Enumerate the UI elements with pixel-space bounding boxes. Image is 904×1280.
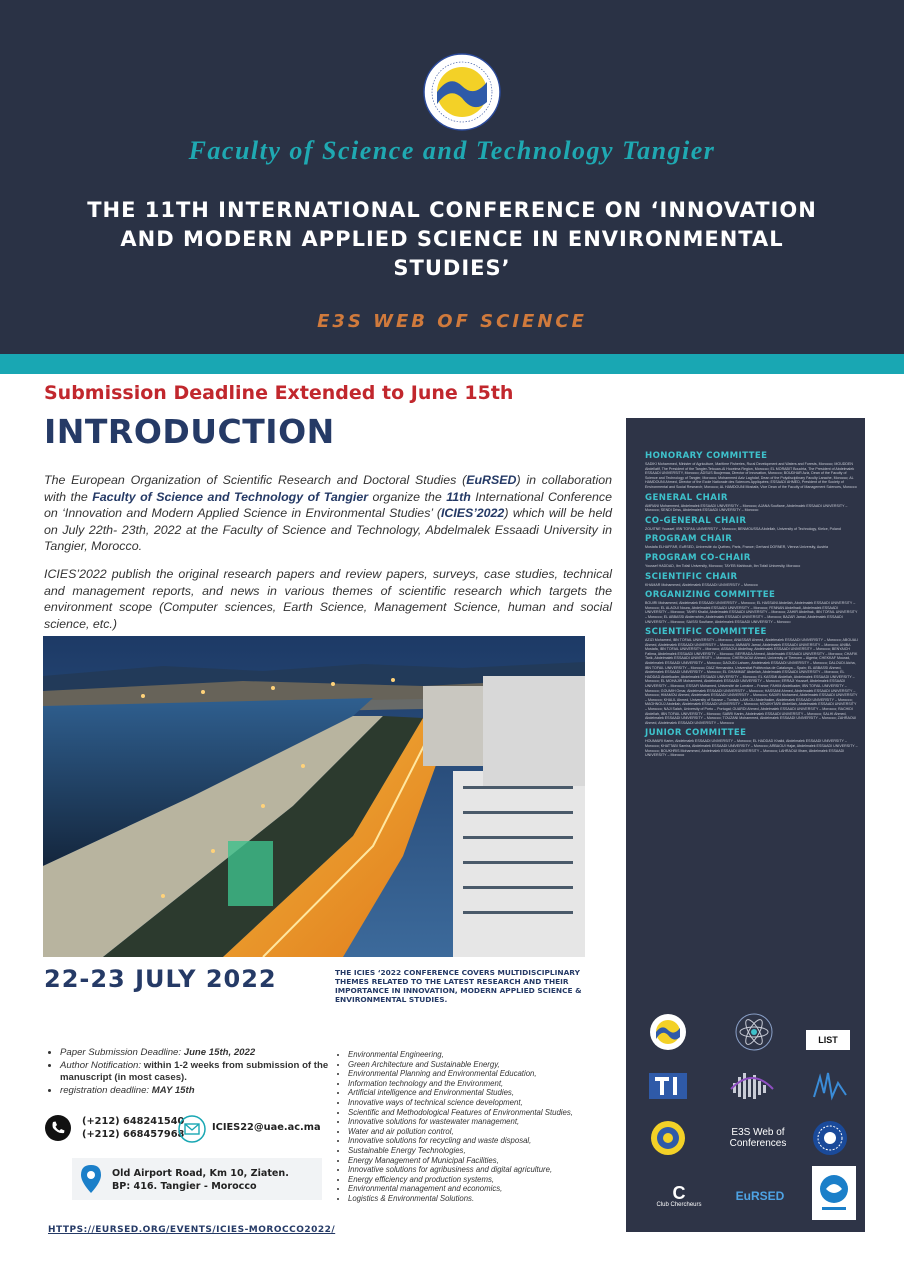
theme-item: Innovative solutions for agribusiness an… [348, 1165, 624, 1175]
committee-title: CO-GENERAL CHAIR [645, 515, 747, 526]
introduction-heading: INTRODUCTION [44, 412, 335, 451]
theme-item: Environmental management and economics, [348, 1184, 624, 1194]
academic-crest-logo [812, 1166, 856, 1220]
committee-title: JUNIOR COMMITTEE [645, 728, 747, 739]
theme-item: Logistics & Environmental Solutions. [348, 1194, 624, 1204]
club-logo-mark: C [672, 1183, 686, 1203]
committee-title: ORGANIZING COMMITTEE [645, 590, 776, 601]
seal-icon [813, 1121, 847, 1155]
phone-icon [45, 1115, 71, 1141]
phone-numbers: (+212) 648241540 (+212) 668457968 [82, 1116, 184, 1141]
theme-item: Energy efficiency and production systems… [348, 1175, 624, 1185]
committee-members: AZIZI Mohamed, IBN TOFAIL UNIVERSITY – M… [645, 638, 859, 725]
university-seal-logo [806, 1118, 854, 1158]
club-logo-text: Club Chercheurs [656, 1202, 702, 1208]
committee-title: SCIENTIFIC COMMITTEE [645, 627, 767, 638]
committee-members: SADIKI Mohammed, Minister of Agriculture… [645, 462, 857, 489]
atom-icon [735, 1013, 773, 1051]
e3s-subtitle: E3S WEB OF SCIENCE [317, 311, 587, 332]
phone-2[interactable]: (+212) 668457968 [82, 1129, 184, 1142]
ensa-logo [644, 1118, 692, 1158]
committee-members: Youssef HADDAD, Ibn Tofail University, M… [645, 563, 801, 568]
wave-icon [730, 1073, 774, 1099]
postal-address: Old Airport Road, Km 10, Ziaten. BP: 416… [112, 1167, 289, 1193]
committee-members: AMRANI Mohammed, Abdelmalek ESSAADI UNIV… [645, 503, 848, 513]
intro-paragraph-1: The European Organization of Scientific … [44, 473, 613, 553]
themes-intro: THE ICIES ‘2022 CONFERENCE COVERS MULTID… [335, 968, 582, 1004]
committee-members: BOUIRI Mohammed, Abdelmalek ESSAADI UNIV… [645, 601, 858, 624]
mail-icon [178, 1115, 206, 1143]
faculty-name: Faculty of Science and Technology Tangie… [188, 136, 716, 165]
important-dates-list: Paper Submission Deadline: June 15th, 20… [46, 1047, 350, 1097]
theme-item: Environmental Engineering, [348, 1050, 624, 1060]
e3s-logo-line-2: Conferences [729, 1138, 787, 1149]
theme-item: Energy Management of Municipal Facilitie… [348, 1156, 624, 1166]
teal-divider [0, 354, 904, 374]
ti-logo [644, 1066, 692, 1106]
committee-title: GENERAL CHAIR [645, 492, 728, 503]
event-date: 22-23 JULY 2022 [44, 965, 277, 993]
eursed-atom-logo [730, 1012, 778, 1052]
shield-icon [651, 1121, 685, 1155]
signal-icon [813, 1072, 847, 1101]
tangier-night-photo [43, 636, 585, 957]
theme-item: Artificial intelligence and Environmenta… [348, 1088, 624, 1098]
signal-logo [806, 1066, 854, 1106]
address-line-1: Old Airport Road, Km 10, Ziaten. [112, 1168, 289, 1179]
theme-item: Sustainable Energy Technologies, [348, 1146, 624, 1156]
committee-members: Mostafa ELHAFFAR, EuRSED, Université du … [645, 545, 829, 550]
club-chercheurs-logo: C Club Chercheurs [644, 1176, 714, 1216]
email-link[interactable]: ICIES22@uae.ac.ma [212, 1122, 321, 1133]
date-item-registration: registration deadline: MAY 15th [60, 1085, 350, 1098]
committee-members: HOUMAIRI Karim, Abdelmalek ESSAADI UNIVE… [645, 739, 858, 758]
theme-item: Innovative solutions for recycling and w… [348, 1136, 624, 1146]
theme-item: Water and air pollution control, [348, 1127, 624, 1137]
themes-list: Environmental Engineering, Green Archite… [336, 1050, 624, 1204]
eursed-logo: EuRSED [735, 1189, 785, 1203]
theme-item: Environmental Planning and Environmental… [348, 1069, 624, 1079]
deadline-banner: Submission Deadline Extended to June 15t… [44, 382, 514, 404]
location-pin-icon [81, 1165, 101, 1193]
committee-members: ZOUITNE Youssef, IBN TOFAIL UNIVERSITY –… [645, 526, 841, 531]
e3s-logo-line-1: E3S Web of [731, 1127, 785, 1138]
phone-1[interactable]: (+212) 648241540 [82, 1116, 184, 1129]
theme-item: Green Architecture and Sustainable Energ… [348, 1060, 624, 1070]
date-item-submission: Paper Submission Deadline: June 15th, 20… [60, 1047, 350, 1060]
committee-title: SCIENTIFIC CHAIR [645, 571, 738, 582]
soundwave-logo [728, 1066, 776, 1106]
committee-list: HONORARY COMMITTEE SADIKI Mohammed, Mini… [645, 451, 859, 761]
intro-paragraph-2: ICIES’2022 publish the original research… [44, 567, 612, 631]
crest-icon [820, 1175, 848, 1210]
committee-title: PROGRAM CO-CHAIR [645, 552, 751, 563]
committee-members: KHAMAR Mohammed, Abdelmalek ESSAADI UNIV… [645, 582, 758, 587]
fst-logo-icon [650, 1014, 686, 1050]
list-logo: LIST [806, 1030, 850, 1050]
ti-logo-icon [649, 1073, 687, 1099]
committee-title: HONORARY COMMITTEE [645, 451, 768, 461]
event-url-link[interactable]: HTTPS://EURSED.ORG/EVENTS/ICIES-MOROCCO2… [48, 1225, 335, 1235]
address-line-2: BP: 416. Tangier - Morocco [112, 1181, 257, 1192]
theme-item: Innovative solutions for wastewater mana… [348, 1117, 624, 1127]
conference-title: THE 11TH INTERNATIONAL CONFERENCE ON ‘IN… [87, 198, 817, 280]
committee-title: PROGRAM CHAIR [645, 534, 733, 545]
faculty-logo [423, 53, 501, 131]
theme-item: Scientific and Methodological Features o… [348, 1108, 624, 1118]
theme-item: Innovative ways of technical science dev… [348, 1098, 624, 1108]
e3s-conferences-logo: E3S Web of Conferences [716, 1118, 800, 1158]
date-item-notification: Author Notification: within 1-2 weeks fr… [60, 1060, 350, 1085]
fst-logo-small [644, 1012, 692, 1052]
theme-item: Information technology and the Environme… [348, 1079, 624, 1089]
